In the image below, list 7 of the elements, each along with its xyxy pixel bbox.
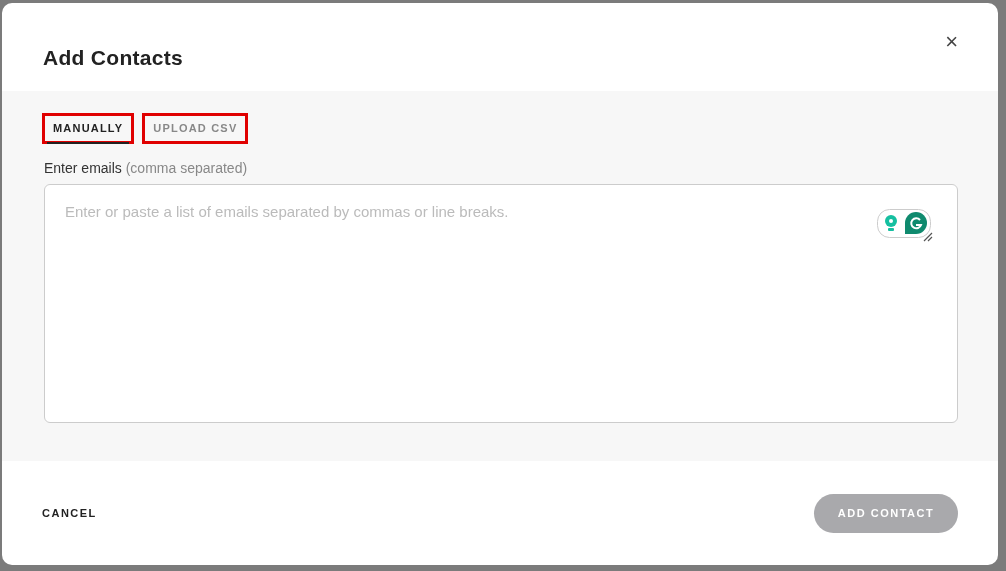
close-button[interactable]: × (945, 29, 958, 55)
tab[interactable]: MANUALLY (42, 113, 135, 144)
field-label: Enter emails (comma separated) (44, 160, 249, 176)
dialog-title: Add Contacts (43, 46, 184, 70)
email-field[interactable]: Enter or paste a list of emails separated by commas or line breaks. (45, 185, 957, 422)
assistant-badge-icon (877, 209, 935, 243)
cancel-button[interactable]: CANCEL (42, 507, 97, 519)
